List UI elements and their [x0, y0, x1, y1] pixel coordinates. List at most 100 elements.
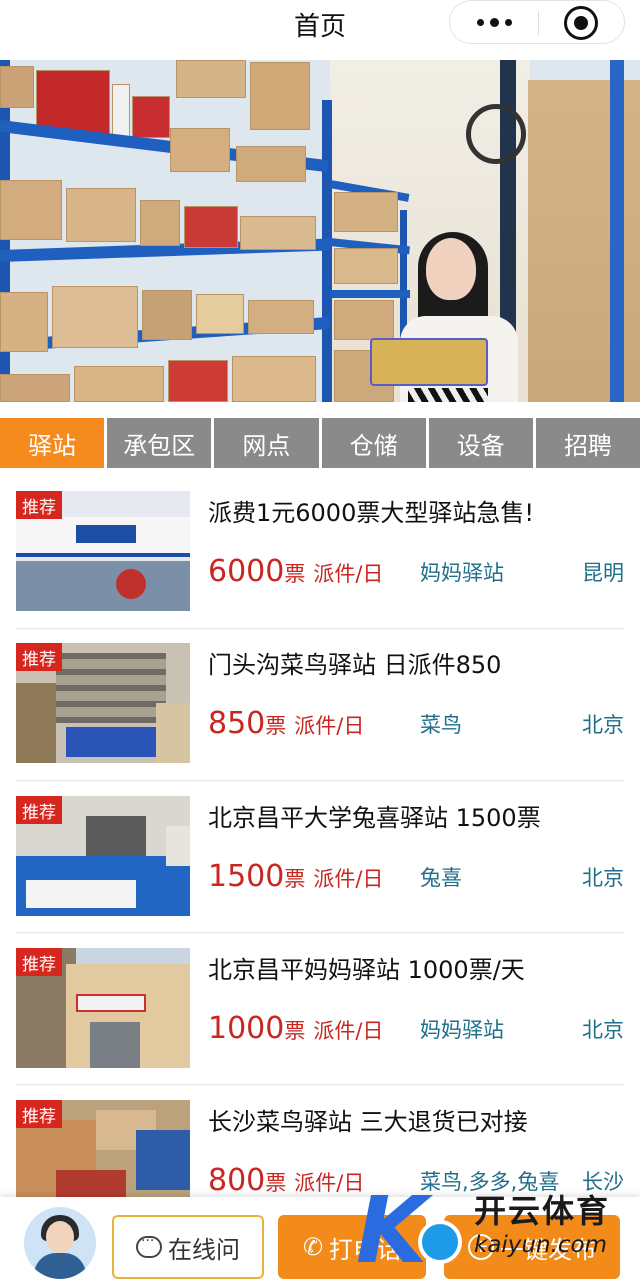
parcel-box [334, 300, 394, 340]
parcel-box [250, 62, 310, 130]
hero-banner[interactable] [0, 60, 640, 402]
parcel-box [52, 286, 138, 348]
listing-city: 北京 [582, 713, 624, 737]
held-parcel [370, 338, 488, 386]
parcel-box [334, 192, 398, 232]
thumb-boxes [16, 683, 56, 763]
shelf-upright [322, 100, 332, 402]
listing-title[interactable]: 派费1元6000票大型驿站急售! [208, 493, 534, 528]
parcel-box [170, 128, 230, 172]
volume-number: 800 [208, 1163, 266, 1198]
parcel-box [0, 66, 34, 108]
tab-outlets[interactable]: 网点 [214, 418, 319, 468]
list-item[interactable]: 推荐 北京昌平妈妈驿站 1000票/天 1000票 派件/日 妈妈驿站 北京 [16, 948, 624, 1068]
listing-brand: 兔喜 [420, 866, 462, 890]
post-label: 一键发布 [500, 1235, 596, 1264]
online-ask-button[interactable]: 在线问 [112, 1215, 264, 1279]
thumb-crate [66, 727, 156, 757]
target-circle-icon[interactable] [564, 6, 598, 40]
volume-unit: 票 [284, 562, 306, 586]
parcel-box [0, 292, 48, 352]
parcel-box [132, 96, 170, 138]
volume-number: 6000 [208, 554, 285, 589]
volume-per-day: 派件/日 [313, 562, 384, 586]
phone-icon: ✆ [302, 1233, 324, 1261]
volume-unit: 票 [284, 867, 306, 891]
avatar-face [46, 1221, 74, 1253]
listing-thumbnail[interactable]: 推荐 [16, 796, 190, 916]
listing-thumbnail[interactable]: 推荐 [16, 643, 190, 763]
post-button[interactable]: + 一键发布 [444, 1215, 620, 1279]
volume-number: 1500 [208, 859, 285, 894]
parcel-box [248, 300, 314, 334]
volume-unit: 票 [284, 1019, 306, 1043]
capsule-divider [538, 11, 539, 35]
listing-city: 北京 [582, 866, 624, 890]
list-divider [16, 932, 624, 933]
recommend-badge: 推荐 [16, 491, 62, 519]
customer-service-avatar[interactable] [24, 1207, 96, 1279]
thumb-lantern [116, 569, 146, 599]
thumb-wall [166, 826, 190, 866]
list-item[interactable]: 推荐 门头沟菜鸟驿站 日派件850 850票 派件/日 菜鸟 北京 [16, 643, 624, 763]
more-dots-icon[interactable] [450, 1, 538, 43]
daily-volume: 1000票 派件/日 [208, 1011, 383, 1046]
thumb-sign-logo [76, 525, 136, 543]
list-item[interactable]: 推荐 派费1元6000票大型驿站急售! 6000票 派件/日 妈妈驿站 昆明 [16, 491, 624, 611]
parcel-box [0, 180, 62, 240]
list-divider [16, 780, 624, 781]
daily-volume: 1500票 派件/日 [208, 859, 383, 894]
thumb-storefront [16, 561, 190, 611]
listing-title[interactable]: 北京昌平大学兔喜驿站 1500票 [208, 798, 541, 833]
parcel-box [236, 146, 306, 182]
parcel-box [334, 248, 398, 284]
tab-recruitment[interactable]: 招聘 [535, 418, 640, 468]
call-button[interactable]: ✆ 打电话 [278, 1215, 426, 1279]
recommend-badge: 推荐 [16, 796, 62, 824]
volume-unit: 票 [265, 1171, 287, 1195]
listing-title[interactable]: 长沙菜鸟驿站 三大退货已对接 [208, 1102, 528, 1137]
thumb-shelves [56, 653, 166, 723]
daily-volume: 6000票 派件/日 [208, 554, 383, 589]
listing-brand: 妈妈驿站 [420, 561, 504, 585]
listing-city: 昆明 [582, 561, 624, 585]
parcel-box [0, 374, 70, 402]
plus-circle-icon: + [468, 1234, 494, 1260]
listing-title[interactable]: 门头沟菜鸟驿站 日派件850 [208, 645, 501, 680]
list-divider [16, 1084, 624, 1085]
volume-per-day: 派件/日 [294, 1171, 365, 1195]
avatar-body [34, 1253, 86, 1279]
listing-title[interactable]: 北京昌平妈妈驿站 1000票/天 [208, 950, 525, 985]
listing-thumbnail[interactable]: 推荐 [16, 491, 190, 611]
listing-brand: 菜鸟 [420, 713, 462, 737]
tab-warehousing[interactable]: 仓储 [321, 418, 426, 468]
thumb-crate [56, 1170, 126, 1200]
tab-stations[interactable]: 驿站 [0, 418, 105, 468]
parcel-box [184, 206, 238, 248]
volume-per-day: 派件/日 [313, 867, 384, 891]
list-item[interactable]: 推荐 北京昌平大学兔喜驿站 1500票 1500票 派件/日 兔喜 北京 [16, 796, 624, 916]
listing-meta: 850票 派件/日 菜鸟 北京 [208, 703, 624, 743]
listing-brand: 菜鸟,多多,兔喜 [420, 1170, 560, 1194]
shelf-upright [610, 60, 624, 402]
online-ask-label: 在线问 [168, 1235, 240, 1264]
courier-skirt [408, 388, 488, 402]
bottom-action-bar: 在线问 ✆ 打电话 + 一键发布 [0, 1197, 640, 1287]
thumb-counter [156, 703, 190, 763]
parcel-box [112, 84, 130, 140]
listing-meta: 800票 派件/日 菜鸟,多多,兔喜 长沙 [208, 1160, 624, 1200]
parcel-box [176, 60, 246, 98]
tab-equipment[interactable]: 设备 [428, 418, 533, 468]
daily-volume: 850票 派件/日 [208, 706, 364, 741]
parcel-box [232, 356, 316, 402]
volume-unit: 票 [265, 714, 287, 738]
parcel-box [140, 200, 180, 246]
daily-volume: 800票 派件/日 [208, 1163, 364, 1198]
thumb-sign [76, 994, 146, 1012]
thumb-tv [86, 816, 146, 856]
tab-contract-area[interactable]: 承包区 [107, 418, 212, 468]
call-label: 打电话 [329, 1235, 402, 1264]
volume-per-day: 派件/日 [294, 714, 365, 738]
listing-thumbnail[interactable]: 推荐 [16, 948, 190, 1068]
shelf-beam [330, 290, 410, 298]
